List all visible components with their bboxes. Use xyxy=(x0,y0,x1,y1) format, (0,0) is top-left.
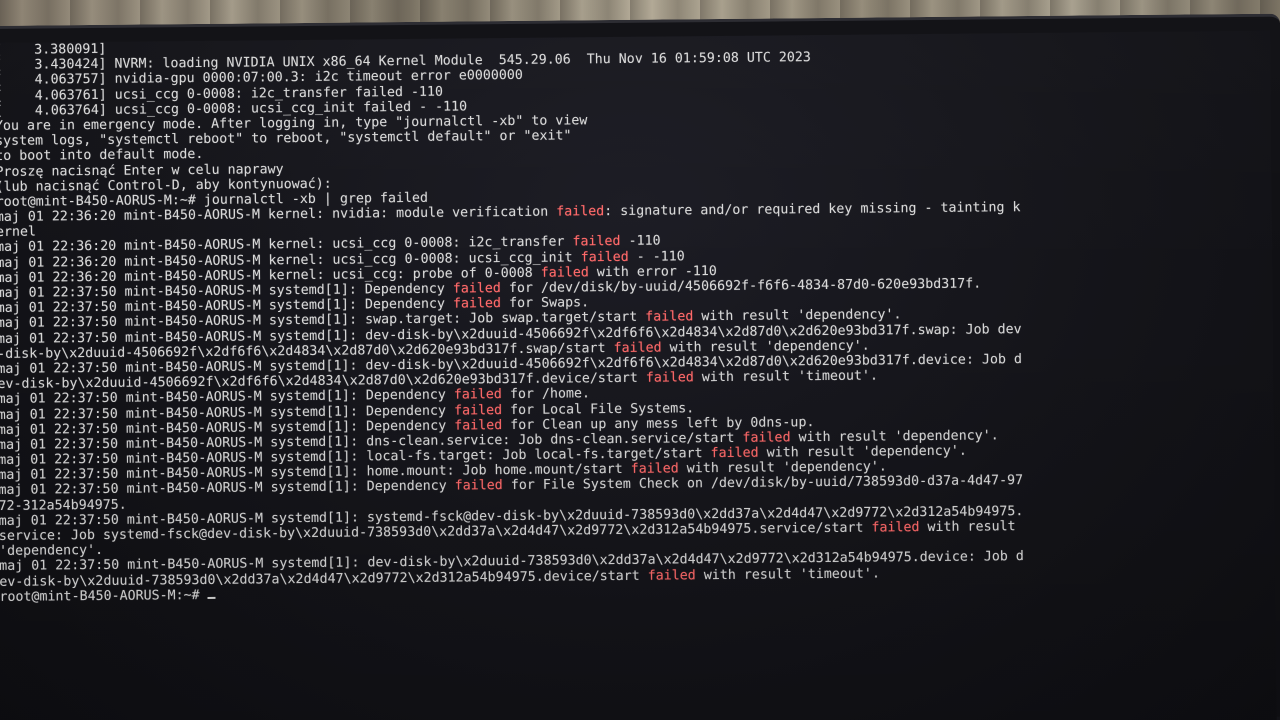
terminal-text: with result 'timeout'. xyxy=(695,566,880,583)
terminal-text: with error -110 xyxy=(588,263,717,281)
terminal-text: with result 'timeout'. xyxy=(693,368,879,386)
terminal-text: for /home. xyxy=(501,386,591,403)
terminal-text: for Local File Systems. xyxy=(501,400,695,418)
error-keyword: failed xyxy=(572,234,621,250)
error-keyword: failed xyxy=(540,265,589,281)
terminal-text: with result 'dependency'. xyxy=(661,338,870,356)
terminal-text: root@mint-B450-AORUS-M:~# xyxy=(0,587,208,605)
error-keyword: failed xyxy=(645,370,694,386)
error-keyword: failed xyxy=(871,520,920,536)
error-keyword: failed xyxy=(580,249,629,265)
error-keyword: failed xyxy=(645,309,694,326)
error-keyword: failed xyxy=(556,204,605,220)
terminal-text: to boot into default mode. xyxy=(0,147,204,165)
error-keyword: failed xyxy=(452,296,502,312)
monitor-bezel: [ 3.380091][ 3.430424] NVRM: loading NVI… xyxy=(0,13,1280,720)
terminal-text: with result 'dependency'. xyxy=(693,307,902,325)
terminal-text: - -110 xyxy=(628,248,685,265)
error-keyword: failed xyxy=(710,445,759,462)
terminal-console[interactable]: [ 3.380091][ 3.430424] NVRM: loading NVI… xyxy=(0,33,1024,605)
error-keyword: failed xyxy=(454,478,503,494)
terminal-cursor xyxy=(207,596,216,599)
terminal-text: for Swaps. xyxy=(500,295,590,312)
terminal-text: 'dependency'. xyxy=(0,543,104,560)
terminal-text: -110 xyxy=(620,234,661,250)
terminal-text: with result 'dependency'. xyxy=(758,443,967,461)
error-keyword: failed xyxy=(742,430,791,446)
error-keyword: failed xyxy=(647,567,696,584)
error-keyword: failed xyxy=(452,281,501,297)
terminal-text: [ 3.380091] xyxy=(0,41,107,58)
terminal-text: ernel xyxy=(0,224,37,241)
error-keyword: failed xyxy=(453,402,503,419)
error-keyword: failed xyxy=(613,340,662,356)
error-keyword: failed xyxy=(630,461,679,478)
monitor-screen: [ 3.380091][ 3.430424] NVRM: loading NVI… xyxy=(0,30,1277,720)
photo-frame: [ 3.380091][ 3.430424] NVRM: loading NVI… xyxy=(0,0,1280,720)
error-keyword: failed xyxy=(454,417,503,434)
terminal-text: with result xyxy=(919,519,1016,536)
terminal-text: 72-312a54b94975. xyxy=(0,497,127,514)
error-keyword: failed xyxy=(453,387,502,403)
terminal-text: with result 'dependency'. xyxy=(790,428,999,446)
